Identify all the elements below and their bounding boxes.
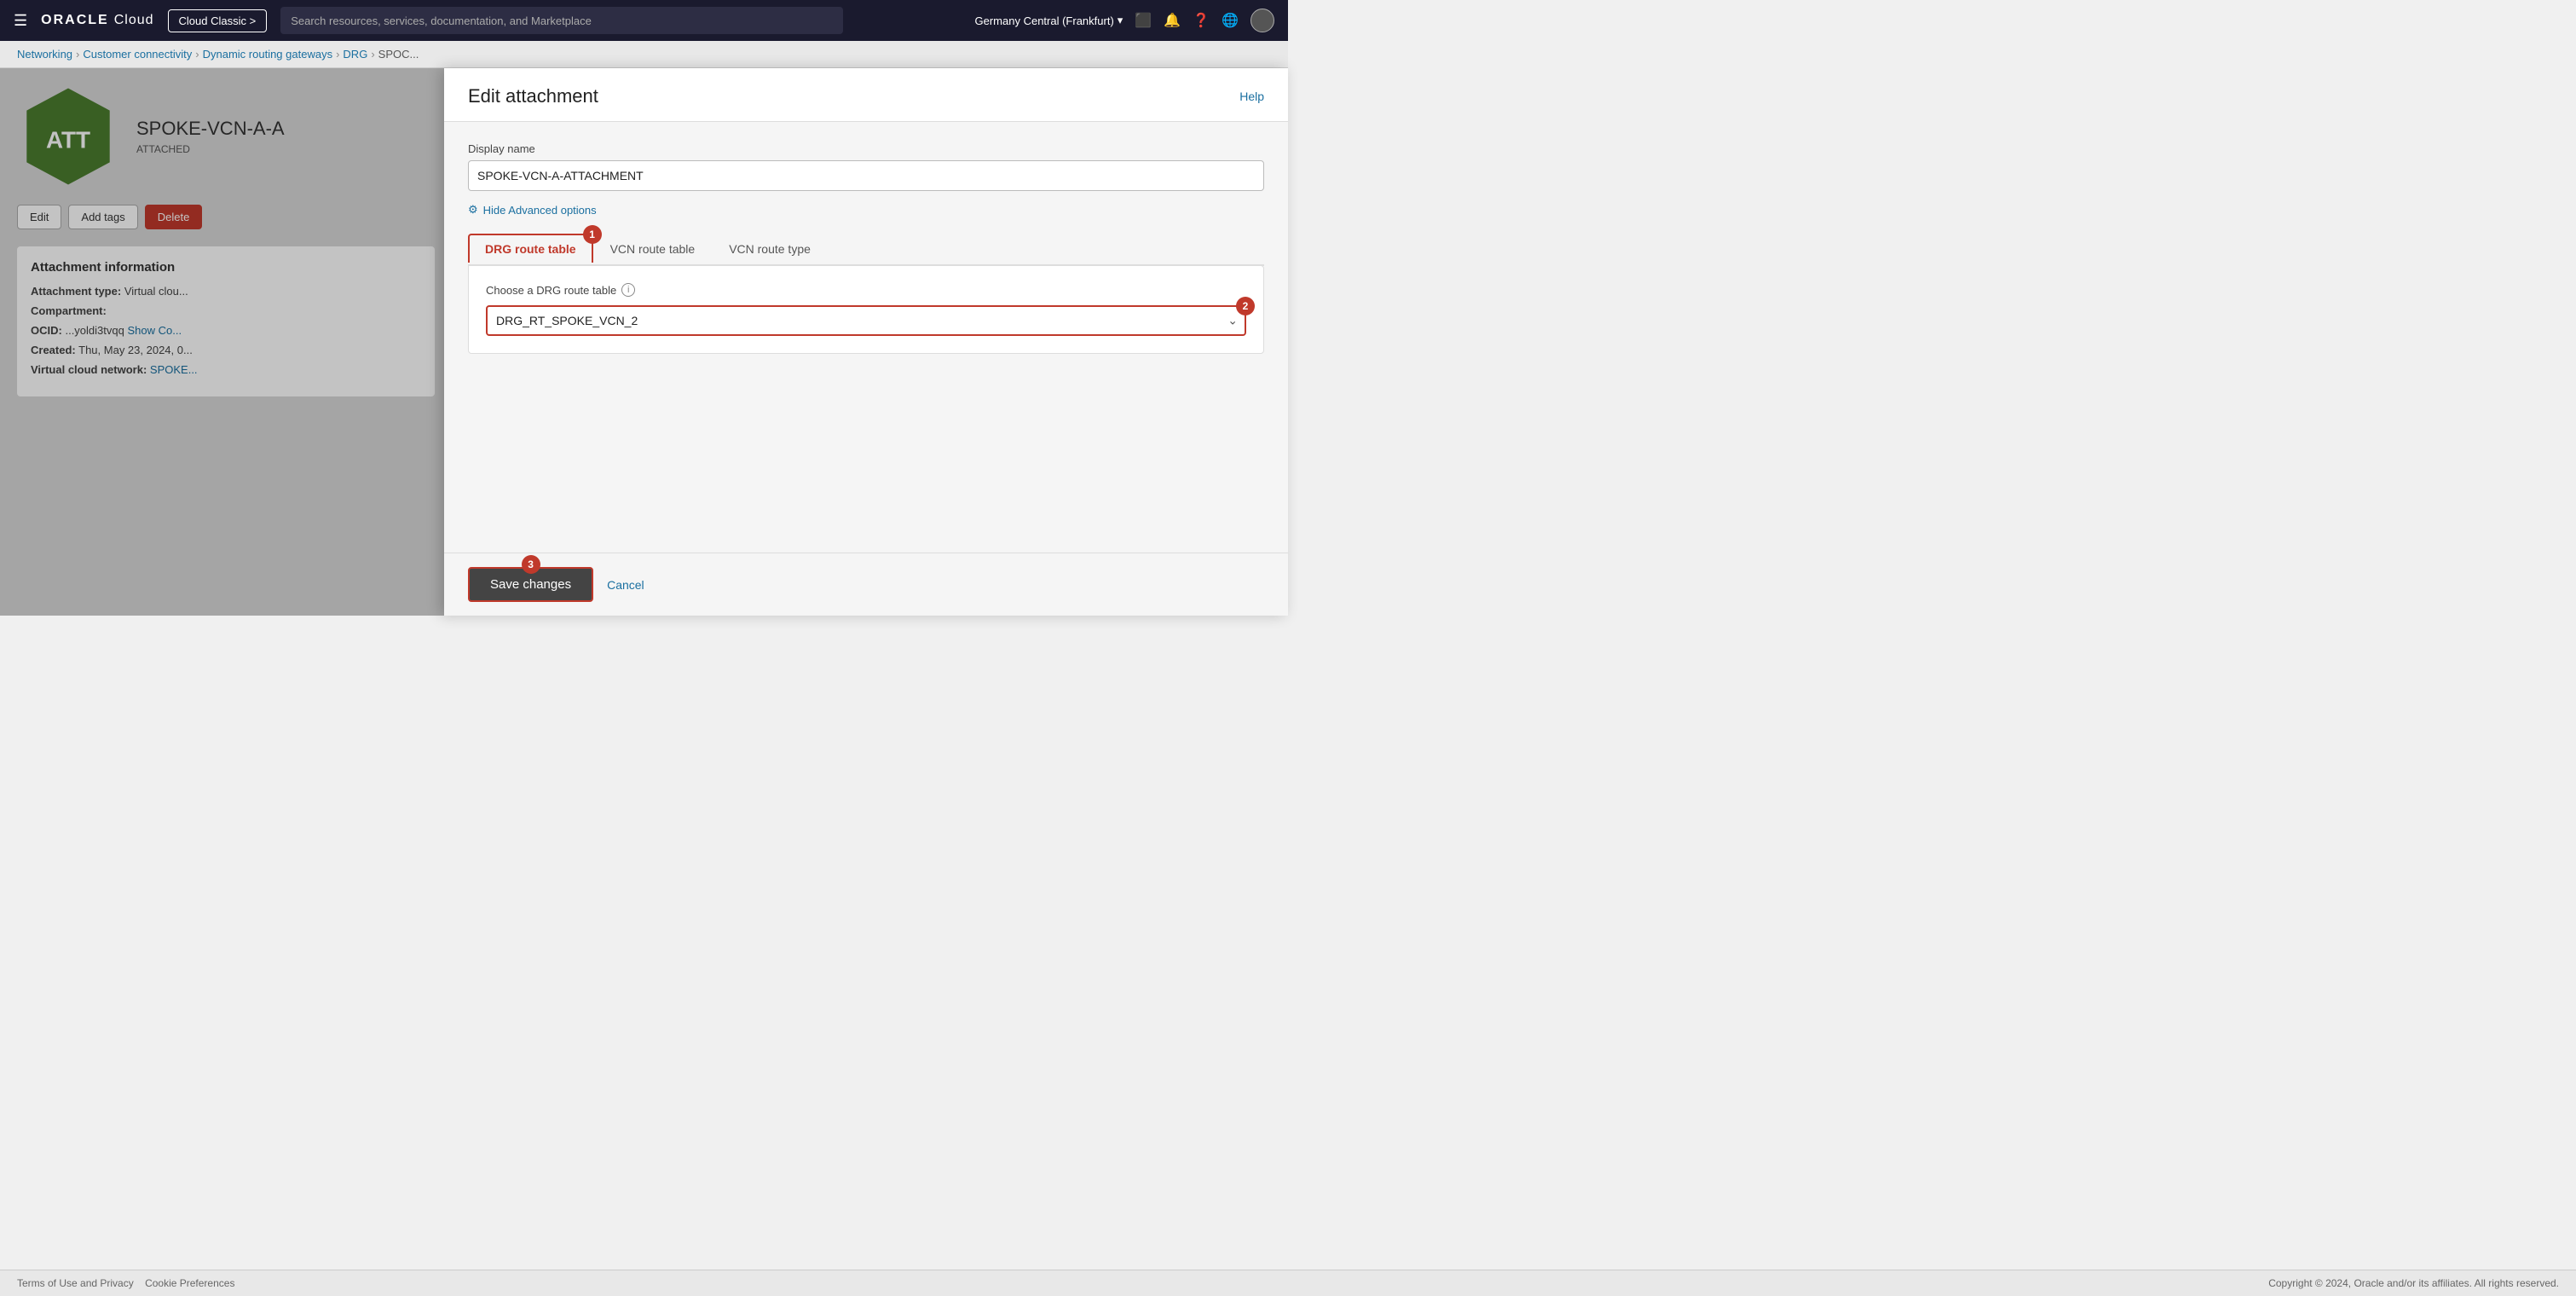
main-area: ATT SPOKE-VCN-A-A ATTACHED Edit Add tags… — [0, 68, 1288, 616]
tabs-container: 1 DRG route table VCN route table VCN ro… — [468, 234, 1264, 354]
info-icon[interactable]: i — [621, 283, 635, 297]
modal-panel: Edit attachment Help Display name ⚙ Hide… — [444, 68, 1288, 616]
avatar[interactable] — [1250, 9, 1274, 32]
modal-help-link[interactable]: Help — [1239, 90, 1264, 103]
topbar: ☰ ORACLE Cloud Cloud Classic > Germany C… — [0, 0, 1288, 41]
display-name-input[interactable] — [468, 160, 1264, 191]
terms-link[interactable]: Terms of Use and Privacy — [17, 1277, 134, 1289]
step-badge-1: 1 — [583, 225, 602, 244]
modal-title: Edit attachment — [468, 85, 598, 107]
drg-route-select[interactable]: DRG_RT_SPOKE_VCN_2 — [486, 305, 1246, 336]
tabs-header: 1 DRG route table VCN route table VCN ro… — [468, 234, 1264, 266]
display-name-label: Display name — [468, 142, 1264, 155]
footer-bar: Terms of Use and Privacy Cookie Preferen… — [0, 1270, 2576, 1296]
step-badge-2: 2 — [1236, 297, 1255, 315]
cloud-text: Cloud — [114, 13, 154, 28]
tab-panel-drg: Choose a DRG route table i 2 DRG_RT_SPOK… — [468, 265, 1264, 354]
breadcrumb-sep-3: › — [336, 48, 339, 61]
tab-drg-route-table[interactable]: DRG route table — [468, 234, 593, 263]
modal-body: Display name ⚙ Hide Advanced options 1 D… — [444, 122, 1288, 553]
cancel-button[interactable]: Cancel — [607, 578, 644, 592]
notifications-icon[interactable]: 🔔 — [1164, 12, 1181, 29]
tab-drg-wrapper: 1 DRG route table — [468, 234, 593, 264]
sliders-icon: ⚙ — [468, 203, 478, 217]
tab-vcn-route-table[interactable]: VCN route table — [593, 234, 713, 266]
breadcrumb-spoke: SPOC... — [378, 48, 419, 61]
breadcrumb-dynamic-routing-gateways[interactable]: Dynamic routing gateways — [203, 48, 332, 61]
advanced-options-link[interactable]: ⚙ Hide Advanced options — [468, 203, 1264, 217]
breadcrumb-sep-2: › — [195, 48, 199, 61]
tab-vcn-route-type[interactable]: VCN route type — [712, 234, 828, 266]
cloud-classic-button[interactable]: Cloud Classic > — [168, 9, 268, 32]
choose-drg-label: Choose a DRG route table i — [486, 283, 1246, 297]
globe-icon[interactable]: 🌐 — [1222, 12, 1239, 29]
cookie-link[interactable]: Cookie Preferences — [145, 1277, 234, 1289]
footer-copyright: Copyright © 2024, Oracle and/or its affi… — [2268, 1277, 2559, 1289]
region-label: Germany Central (Frankfurt) — [975, 14, 1114, 27]
screen-icon[interactable]: ⬛ — [1135, 12, 1152, 29]
hamburger-icon[interactable]: ☰ — [14, 12, 27, 30]
modal-header: Edit attachment Help — [444, 68, 1288, 122]
breadcrumb-networking[interactable]: Networking — [17, 48, 72, 61]
oracle-text: ORACLE — [41, 13, 109, 28]
step-badge-3: 3 — [522, 555, 540, 574]
breadcrumb-drg[interactable]: DRG — [343, 48, 367, 61]
modal-footer: 3 Save changes Cancel — [444, 553, 1288, 616]
region-selector[interactable]: Germany Central (Frankfurt) ▾ — [975, 14, 1123, 27]
drg-route-select-wrapper: 2 DRG_RT_SPOKE_VCN_2 — [486, 305, 1246, 336]
advanced-options-label: Hide Advanced options — [483, 204, 597, 217]
breadcrumb-customer-connectivity[interactable]: Customer connectivity — [83, 48, 192, 61]
footer-left: Terms of Use and Privacy Cookie Preferen… — [17, 1277, 234, 1289]
chevron-down-icon: ▾ — [1118, 14, 1123, 27]
topbar-right: Germany Central (Frankfurt) ▾ ⬛ 🔔 ❓ 🌐 — [975, 9, 1274, 32]
breadcrumb: Networking › Customer connectivity › Dyn… — [0, 41, 1288, 68]
breadcrumb-sep-4: › — [371, 48, 374, 61]
oracle-logo: ORACLE Cloud — [41, 13, 153, 28]
breadcrumb-sep-1: › — [76, 48, 79, 61]
search-input[interactable] — [280, 7, 843, 34]
save-button-wrapper: 3 Save changes — [468, 567, 593, 602]
help-icon[interactable]: ❓ — [1193, 12, 1210, 29]
